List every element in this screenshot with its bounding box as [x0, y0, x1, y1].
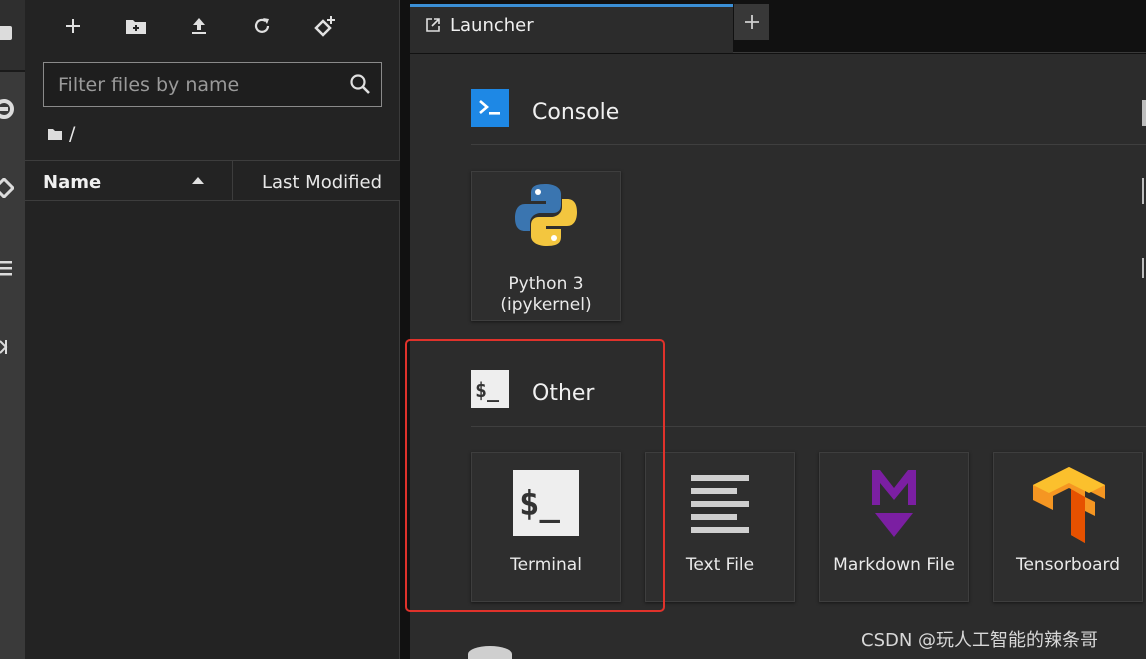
svg-text:$_: $_ — [475, 378, 500, 402]
terminal-card-label: Terminal — [510, 555, 582, 575]
new-folder-button[interactable] — [122, 12, 150, 40]
breadcrumb-root[interactable]: / — [69, 123, 75, 145]
file-browser: / Name Last Modified — [25, 0, 400, 659]
panel-splitter[interactable] — [401, 0, 410, 659]
new-tab-button[interactable] — [734, 4, 769, 40]
search-icon[interactable] — [349, 73, 371, 95]
next-section-icon-partial — [468, 646, 512, 659]
extension-icon[interactable] — [0, 337, 14, 357]
file-browser-toolbar — [25, 0, 400, 52]
sidebar-icon[interactable] — [1142, 258, 1146, 278]
python3-card-sublabel: (ipykernel) — [500, 295, 592, 315]
python-logo-icon — [515, 184, 577, 246]
plus-icon — [744, 15, 759, 29]
text-file-card[interactable]: Text File — [645, 452, 795, 602]
launcher-icon — [426, 18, 440, 32]
activity-separator — [0, 70, 25, 72]
breadcrumb: / — [47, 122, 75, 146]
debugger-icon[interactable] — [1142, 178, 1146, 204]
column-divider — [232, 161, 233, 200]
git-clone-button[interactable] — [311, 12, 339, 40]
tab-launcher[interactable]: Launcher — [410, 4, 733, 53]
property-inspector-icon[interactable] — [1142, 100, 1146, 126]
git-icon[interactable] — [0, 178, 14, 198]
git-clone-icon — [314, 16, 335, 37]
plus-icon — [66, 19, 80, 33]
sort-up-icon — [192, 177, 204, 184]
table-of-contents-icon[interactable] — [0, 258, 14, 278]
new-launcher-button[interactable] — [59, 12, 87, 40]
running-icon[interactable] — [0, 99, 14, 119]
filter-files-input[interactable] — [44, 63, 344, 106]
svg-text:$_: $_ — [519, 484, 560, 524]
console-section-title: Console — [532, 100, 620, 125]
upload-button[interactable] — [185, 12, 213, 40]
terminal-icon: $_ — [513, 470, 579, 536]
tensorboard-card-label: Tensorboard — [1015, 555, 1121, 575]
file-list-header: Name Last Modified — [25, 160, 400, 201]
other-section-icon: $_ — [471, 370, 509, 408]
python3-card-label: Python 3 — [508, 274, 584, 294]
folder-icon[interactable] — [0, 22, 14, 42]
markdown-file-card-label: Markdown File — [833, 555, 955, 575]
other-section-rule — [471, 426, 1146, 427]
text-file-icon — [691, 475, 749, 533]
right-sidebar-partial — [1138, 54, 1146, 659]
console-section-icon — [471, 89, 509, 127]
markdown-icon — [872, 470, 916, 537]
launcher-panel: Console Python 3 (ipykernel) $_ Other $_… — [410, 54, 1146, 659]
tab-launcher-label: Launcher — [450, 15, 534, 36]
refresh-button[interactable] — [248, 12, 276, 40]
python3-kernel-card[interactable]: Python 3 (ipykernel) — [471, 171, 621, 321]
column-name-header[interactable]: Name — [43, 172, 101, 193]
folder-small-icon[interactable] — [47, 127, 63, 141]
markdown-file-card[interactable]: Markdown File — [819, 452, 969, 602]
refresh-icon — [254, 18, 270, 33]
column-modified-header[interactable]: Last Modified — [262, 172, 382, 193]
console-section-rule — [471, 144, 1146, 145]
new-folder-icon — [126, 20, 146, 34]
tensorflow-logo-icon — [1033, 467, 1105, 543]
tensorboard-card[interactable]: Tensorboard — [993, 452, 1143, 602]
terminal-card[interactable]: $_ Terminal — [471, 452, 621, 602]
text-file-card-label: Text File — [685, 555, 755, 575]
upload-icon — [192, 18, 206, 34]
tab-bar: Launcher — [410, 0, 1146, 53]
activity-bar — [0, 0, 25, 659]
filter-box — [43, 62, 382, 107]
watermark: CSDN @玩人工智能的辣条哥 — [861, 630, 1099, 651]
other-section-title: Other — [532, 381, 595, 406]
